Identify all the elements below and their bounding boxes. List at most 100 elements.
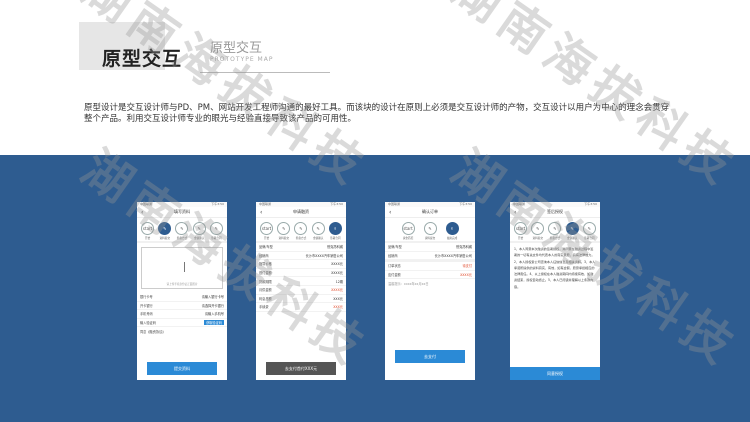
row-label: 经销商 [388,253,398,258]
info-row: 经销商 长沙市XXXX汽车销售公司 [256,252,346,261]
edit-icon: ✎ [294,222,308,235]
intro-paragraph: 原型设计是交互设计师与PD、PM、网站开发工程师沟通的最好工具。而该块的设计在原… [84,103,670,124]
step: ✎ 筹备方式 [547,222,563,240]
row-label: 首付金额 [259,271,272,276]
get-code-button[interactable]: 获取验证码 [204,320,224,326]
field-value: 请输入银行卡号 [201,295,224,300]
info-row: 品牌/车型 别克昂科威 [256,243,346,252]
row-label: 指导价格 [259,262,272,267]
nav-bar: ‹ 申请融资 [256,207,346,218]
step: ✎ 筹备方式 [174,222,190,240]
edit-icon: ✎ [311,222,325,235]
step: start 开始 [140,222,156,240]
phone-mockup-authorization: 中国联通 下午3:50 ‹ 签后授权 start 开始 ✎ 资料提交 ✎ 筹备方式 ✎ 金额… [510,202,600,380]
step: ✌ 签署合同 [327,222,343,240]
step-indicator: start 资金匹配 ✎ 资料提交 ✌ 融资完成 [385,218,475,241]
row-label: 手续费 [259,305,269,310]
step-label: 筹备方式 [549,237,561,240]
row-label: 月供金额 [259,288,272,293]
step: ✎ 筹备方式 [293,222,309,240]
screen-title: 申请融资 [293,209,309,214]
step-indicator: start 开始 ✎ 资料提交 ✎ 筹备方式 ✎ 金额确认 ✎ 签署合同 [137,218,227,241]
step-label: 资金匹配 [402,237,414,240]
agree-authorize-button[interactable]: 同意授权 [510,367,600,380]
info-row: 经销商 长沙市XXXX汽车销售公司 [385,252,475,261]
field-value: 请选择开卡银行 [201,303,224,308]
edit-icon: ✎ [548,222,562,235]
start-circle: start [401,222,415,235]
edit-icon: ✎ [158,222,172,235]
info-row: 利息总额 XXX元 [256,295,346,304]
row-label: 利息总额 [259,296,272,301]
info-row: 贷款期限 12期 [256,277,346,286]
step: ✎ 资料提交 [422,222,438,240]
edit-icon: ✎ [209,222,223,235]
step-label: 金额确认 [193,237,205,240]
page-title: 原型交互 [102,48,183,70]
notice-text: 温馨提示：xxxx年xx月xx日 [388,282,429,287]
phone-mockup-confirm-order: 中国联通 下午3:50 ‹ 确认订单 start 资金匹配 ✎ 资料提交 ✌ 融资完成 品… [385,202,475,380]
info-row: 指导价格 XXXX元 [256,260,346,269]
field-label: 开卡银行 [140,303,153,308]
upload-plus-icon [184,262,185,272]
step-label: 签署合同 [584,237,595,240]
row-value: XXXX元 [331,271,343,276]
form-row[interactable]: 银行卡号 请输入银行卡号 [137,293,227,302]
pay-button[interactable]: 去支付 [395,350,465,363]
step-label: 资料提交 [278,237,289,240]
pay-down-payment-button[interactable]: 去支付首付XXX元 [266,362,336,375]
row-label: 订单状态 [388,264,401,269]
field-label: 输入验证码 [140,321,156,326]
step-label: 筹备方式 [176,237,188,240]
info-row: 首付金额 XXXX元 [256,269,346,278]
step: ✎ 资料提交 [276,222,292,240]
agree-row[interactable]: 同意《融资协议》 [137,327,227,336]
info-row: 品牌/车型 别克昂科威 [385,243,475,252]
edit-icon: ✎ [423,222,437,235]
start-circle: start [141,222,155,235]
form-row[interactable]: 开卡银行 请选择开卡银行 [137,302,227,311]
step: start 开始 [513,222,529,240]
step-label: 开始 [264,237,270,240]
upload-hint: 请上传手持身份证正面照片 [166,283,198,286]
step: ✎ 签署合同 [208,222,224,240]
submit-button[interactable]: 提交资料 [147,362,217,375]
back-icon[interactable]: ‹ [141,209,143,216]
row-value: XXXX元 [331,262,343,267]
sign-icon: ✌ [445,222,459,235]
step-indicator: start 开始 ✎ 资料提交 ✎ 筹备方式 ✎ 金额确认 ✌ 签署合同 [256,218,346,241]
step: ✎ 金额确认 [310,222,326,240]
back-icon[interactable]: ‹ [389,209,391,216]
row-label: 应付金额 [388,273,401,278]
back-icon[interactable]: ‹ [260,209,262,216]
edit-icon: ✎ [192,222,206,235]
start-circle: start [260,222,274,235]
amount-due-value: XXXX元 [460,273,472,278]
row-value: 长沙市XXXX汽车销售公司 [434,253,472,258]
step: start 资金匹配 [400,222,416,240]
row-value: XXX元 [333,296,343,301]
nav-bar: ‹ 签后授权 [510,207,600,218]
nav-bar: ‹ 确认订单 [385,207,475,218]
info-row: 订单状态 待支付 [385,262,475,271]
phone-mockup-apply: 中国联通 下午3:50 ‹ 申请融资 start 开始 ✎ 资料提交 ✎ 筹备方式 ✎ 金额… [256,202,346,380]
info-row: 手续费 XXX元 [256,303,346,312]
edit-icon: ✎ [531,222,545,235]
order-status-value: 待支付 [462,264,472,269]
step: ✎ 金额确认 [191,222,207,240]
authorization-terms: 1、本人同意本次融资的签署授权，并同意在融资过程中签署的一切有关文件均代表本人的… [514,247,596,289]
id-photo-upload[interactable]: 请上传手持身份证正面照片 [141,247,223,289]
edit-icon: ✎ [277,222,291,235]
row-value: XXX元 [333,305,343,310]
step-label: 资料提交 [424,237,436,240]
step-label: 签署合同 [330,237,341,240]
agree-checkbox-label[interactable]: 同意《融资协议》 [140,329,166,334]
step: ✌ 融资完成 [444,222,460,240]
step: ✎ 资料提交 [157,222,173,240]
notice-row: 温馨提示：xxxx年xx月xx日 [385,279,475,288]
back-icon[interactable]: ‹ [514,209,516,216]
form-row[interactable]: 手机号码 请输入手机号 [137,310,227,319]
row-label: 品牌/车型 [388,245,402,250]
sign-icon: ✌ [328,222,342,235]
form-row[interactable]: 输入验证码 获取验证码 [137,319,227,328]
